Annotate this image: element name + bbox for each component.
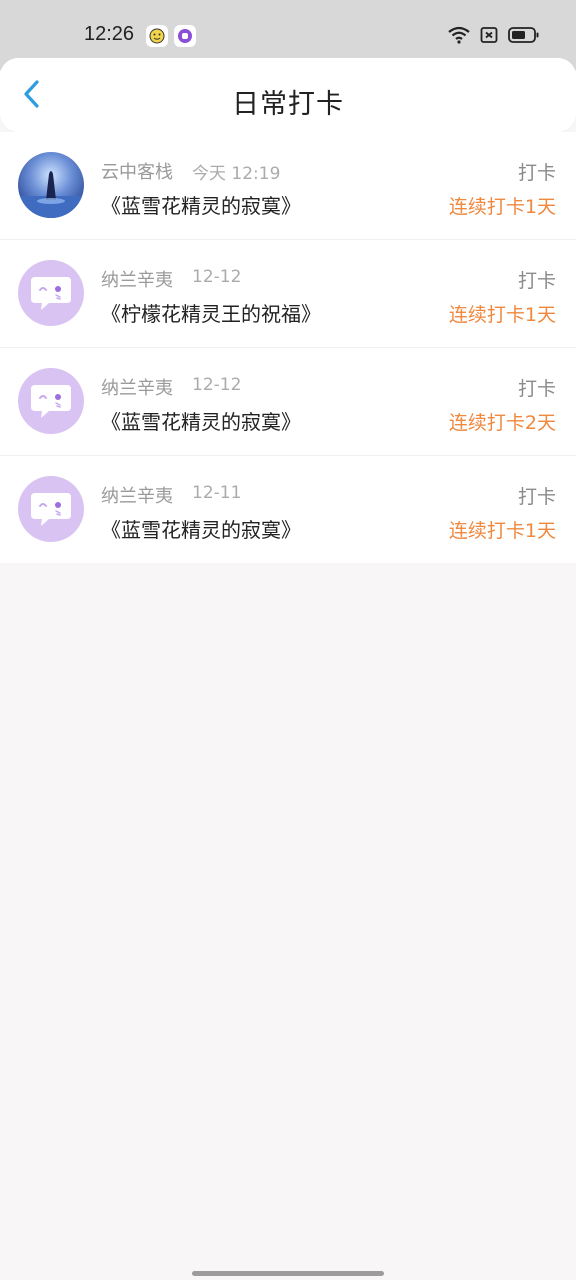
avatar[interactable] [18,368,84,434]
avatar[interactable] [18,476,84,542]
smile-app-icon [146,25,168,47]
user-name[interactable]: 纳兰辛夷 [101,266,173,292]
chat-bubble-face-icon [31,385,71,418]
wifi-icon [448,26,470,48]
status-time: 12:26 [84,23,135,45]
chat-bubble-face-icon [31,493,71,526]
checkin-label: 打卡 [517,378,556,400]
home-indicator[interactable] [192,1271,384,1276]
checkin-label: 打卡 [517,486,556,508]
streak-label: 连续打卡1天 [448,520,556,542]
user-name[interactable]: 纳兰辛夷 [101,374,173,400]
streak-label: 连续打卡1天 [448,304,556,326]
post-time: 12-12 [192,375,242,395]
checkin-label: 打卡 [517,162,556,184]
user-name[interactable]: 纳兰辛夷 [101,482,173,508]
purple-app-icon [174,25,196,47]
avatar[interactable] [18,260,84,326]
list-item[interactable]: 纳兰辛夷 12-11 《蓝雪花精灵的寂寞》 打卡 连续打卡1天 [0,456,576,563]
checkin-list: 云中客栈 今天 12:19 《蓝雪花精灵的寂寞》 打卡 连续打卡1天 纳兰辛夷 … [0,132,576,563]
user-name[interactable]: 云中客栈 [101,158,173,184]
battery-icon [508,26,540,48]
header: 日常打卡 [0,58,576,132]
streak-label: 连续打卡2天 [448,412,556,434]
page-title: 日常打卡 [232,89,344,120]
book-title[interactable]: 《蓝雪花精灵的寂寞》 [101,514,301,543]
photo-avatar-icon [18,152,84,218]
sim-blocked-icon [480,26,498,48]
streak-label: 连续打卡1天 [448,196,556,218]
post-time: 今天 12:19 [192,164,281,184]
list-item[interactable]: 纳兰辛夷 12-12 《柠檬花精灵王的祝福》 打卡 连续打卡1天 [0,240,576,348]
avatar[interactable] [18,152,84,218]
book-title[interactable]: 《柠檬花精灵王的祝福》 [101,298,321,327]
post-time: 12-11 [192,483,242,503]
book-title[interactable]: 《蓝雪花精灵的寂寞》 [101,406,301,435]
chat-bubble-face-icon [31,277,71,310]
book-title[interactable]: 《蓝雪花精灵的寂寞》 [101,190,301,219]
list-item[interactable]: 纳兰辛夷 12-12 《蓝雪花精灵的寂寞》 打卡 连续打卡2天 [0,348,576,456]
checkin-label: 打卡 [517,270,556,292]
status-indicators [448,26,540,48]
post-time: 12-12 [192,267,242,287]
list-item[interactable]: 云中客栈 今天 12:19 《蓝雪花精灵的寂寞》 打卡 连续打卡1天 [0,132,576,240]
